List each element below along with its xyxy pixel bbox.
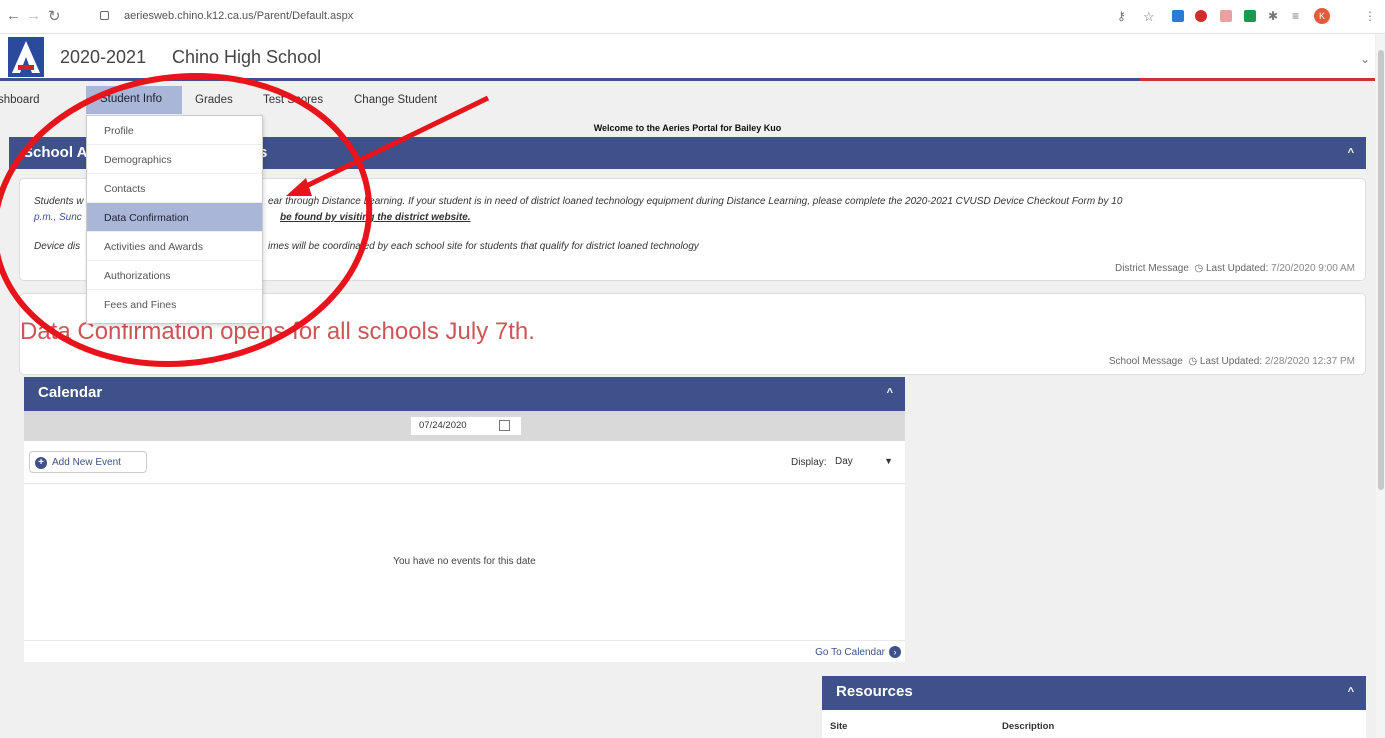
profile-avatar[interactable]: K [1314, 8, 1330, 24]
reload-icon[interactable]: ↻ [48, 7, 61, 25]
menu-item-activities-awards[interactable]: Activities and Awards [87, 232, 262, 261]
header-divider-blue [0, 78, 1140, 81]
go-to-calendar-label: Go To Calendar [815, 647, 885, 658]
calendar-picker-icon[interactable] [499, 420, 510, 431]
collapse-icon[interactable]: ^ [887, 387, 893, 399]
district-msg-line2a: p.m., Sunc [34, 212, 82, 223]
column-description: Description [1002, 721, 1055, 732]
updated-label: Last Updated: [1205, 263, 1269, 274]
no-events-message: You have no events for this date [393, 556, 536, 567]
resources-table-header: Site Description [822, 710, 1366, 738]
plus-icon: + [35, 457, 47, 469]
message-type: School Message [1108, 356, 1183, 367]
resources-header[interactable]: Resources ^ [822, 676, 1366, 710]
nav-grades[interactable]: Grades [195, 94, 233, 106]
display-label: Display: [791, 457, 827, 468]
address-bar[interactable]: aeriesweb.chino.k12.ca.us/Parent/Default… [86, 6, 1096, 28]
url-text: aeriesweb.chino.k12.ca.us/Parent/Default… [124, 10, 354, 22]
calendar-header[interactable]: Calendar ^ [24, 377, 905, 411]
nav-test-scores[interactable]: Test Scores [263, 94, 323, 106]
menu-item-data-confirmation[interactable]: Data Confirmation [87, 203, 262, 232]
add-new-event-button[interactable]: + Add New Event [29, 451, 147, 473]
district-msg-line3a: Device dis [34, 241, 81, 252]
go-to-calendar-link[interactable]: Go To Calendar › [24, 640, 905, 662]
menu-item-fees-fines[interactable]: Fees and Fines [87, 290, 262, 319]
extension-icon-4[interactable] [1244, 10, 1256, 22]
puzzle-icon[interactable]: ✱ [1268, 9, 1278, 23]
menu-item-authorizations[interactable]: Authorizations [87, 261, 262, 290]
collapse-icon[interactable]: ^ [1348, 147, 1354, 159]
forward-icon[interactable]: → [26, 7, 41, 24]
district-msg-line1b: ear through Distance Learning. If your s… [268, 196, 1123, 207]
top-header: 2020-2021 Chino High School ⌄ [0, 34, 1375, 78]
menu-item-demographics[interactable]: Demographics [87, 145, 262, 174]
panel-title: School A [23, 144, 88, 161]
menu-item-contacts[interactable]: Contacts [87, 174, 262, 203]
updated-value: 2/28/2020 12:37 PM [1264, 356, 1355, 367]
nav-student-info[interactable]: Student Info [86, 86, 182, 114]
extension-icon-3[interactable] [1220, 10, 1232, 22]
district-msg-line1a: Students w [34, 196, 84, 207]
chevron-down-icon[interactable]: ⌄ [1360, 52, 1370, 66]
main-nav: shboard Student Info Grades Test Scores … [0, 84, 1375, 114]
nav-dashboard[interactable]: shboard [0, 94, 40, 106]
school-name[interactable]: Chino High School [172, 47, 321, 68]
lock-icon [100, 11, 109, 20]
browser-toolbar: ← → ↻ aeriesweb.chino.k12.ca.us/Parent/D… [0, 0, 1385, 34]
calendar-title: Calendar [38, 384, 103, 401]
district-message-meta: District Message ◷ Last Updated: 7/20/20… [1115, 263, 1355, 274]
district-website-link[interactable]: be found by visiting the district websit… [280, 210, 471, 226]
clock-icon: ◷ [1194, 263, 1204, 274]
scrollbar-thumb[interactable] [1378, 50, 1384, 490]
star-icon[interactable]: ☆ [1143, 9, 1155, 25]
back-icon[interactable]: ← [6, 7, 21, 24]
extension-icon-2[interactable] [1195, 10, 1207, 22]
divider [24, 483, 905, 484]
date-bar: 07/24/2020 [24, 411, 905, 441]
aeries-logo[interactable] [8, 37, 44, 77]
district-message-device: Device dis imes will be coordinated by e… [34, 241, 699, 252]
key-icon[interactable]: ⚷ [1117, 9, 1126, 23]
column-site: Site [830, 721, 848, 732]
menu-item-profile[interactable]: Profile [87, 116, 262, 145]
nav-change-student[interactable]: Change Student [354, 94, 437, 106]
arrow-circle-icon: › [889, 646, 901, 658]
reading-list-icon[interactable]: ≡ [1292, 9, 1299, 23]
header-divider-red [1140, 78, 1375, 81]
aeries-portal: 2020-2021 Chino High School ⌄ shboard St… [0, 34, 1385, 738]
menu-kebab-icon[interactable]: ⋮ [1364, 9, 1376, 23]
display-select[interactable]: Day ▼ [829, 451, 899, 473]
school-year[interactable]: 2020-2021 [60, 47, 146, 68]
date-value: 07/24/2020 [419, 420, 467, 431]
message-type: District Message [1115, 263, 1189, 274]
dropdown-arrow-icon: ▼ [884, 456, 893, 466]
display-value: Day [835, 456, 853, 467]
resources-title: Resources [836, 683, 913, 700]
district-msg-line3b: imes will be coordinated by each school … [268, 241, 699, 252]
calendar-body: 07/24/2020 + Add New Event Display: Day … [24, 411, 905, 662]
updated-value: 7/20/2020 9:00 AM [1271, 263, 1355, 274]
updated-label: Last Updated: [1199, 356, 1263, 367]
clock-icon: ◷ [1188, 356, 1198, 367]
extension-icon-1[interactable] [1172, 10, 1184, 22]
add-event-label: Add New Event [52, 457, 121, 468]
collapse-icon[interactable]: ^ [1348, 686, 1354, 698]
school-message-meta: School Message ◷ Last Updated: 2/28/2020… [1109, 356, 1355, 367]
student-info-dropdown: Profile Demographics Contacts Data Confi… [86, 115, 263, 324]
date-input[interactable]: 07/24/2020 [411, 417, 521, 435]
